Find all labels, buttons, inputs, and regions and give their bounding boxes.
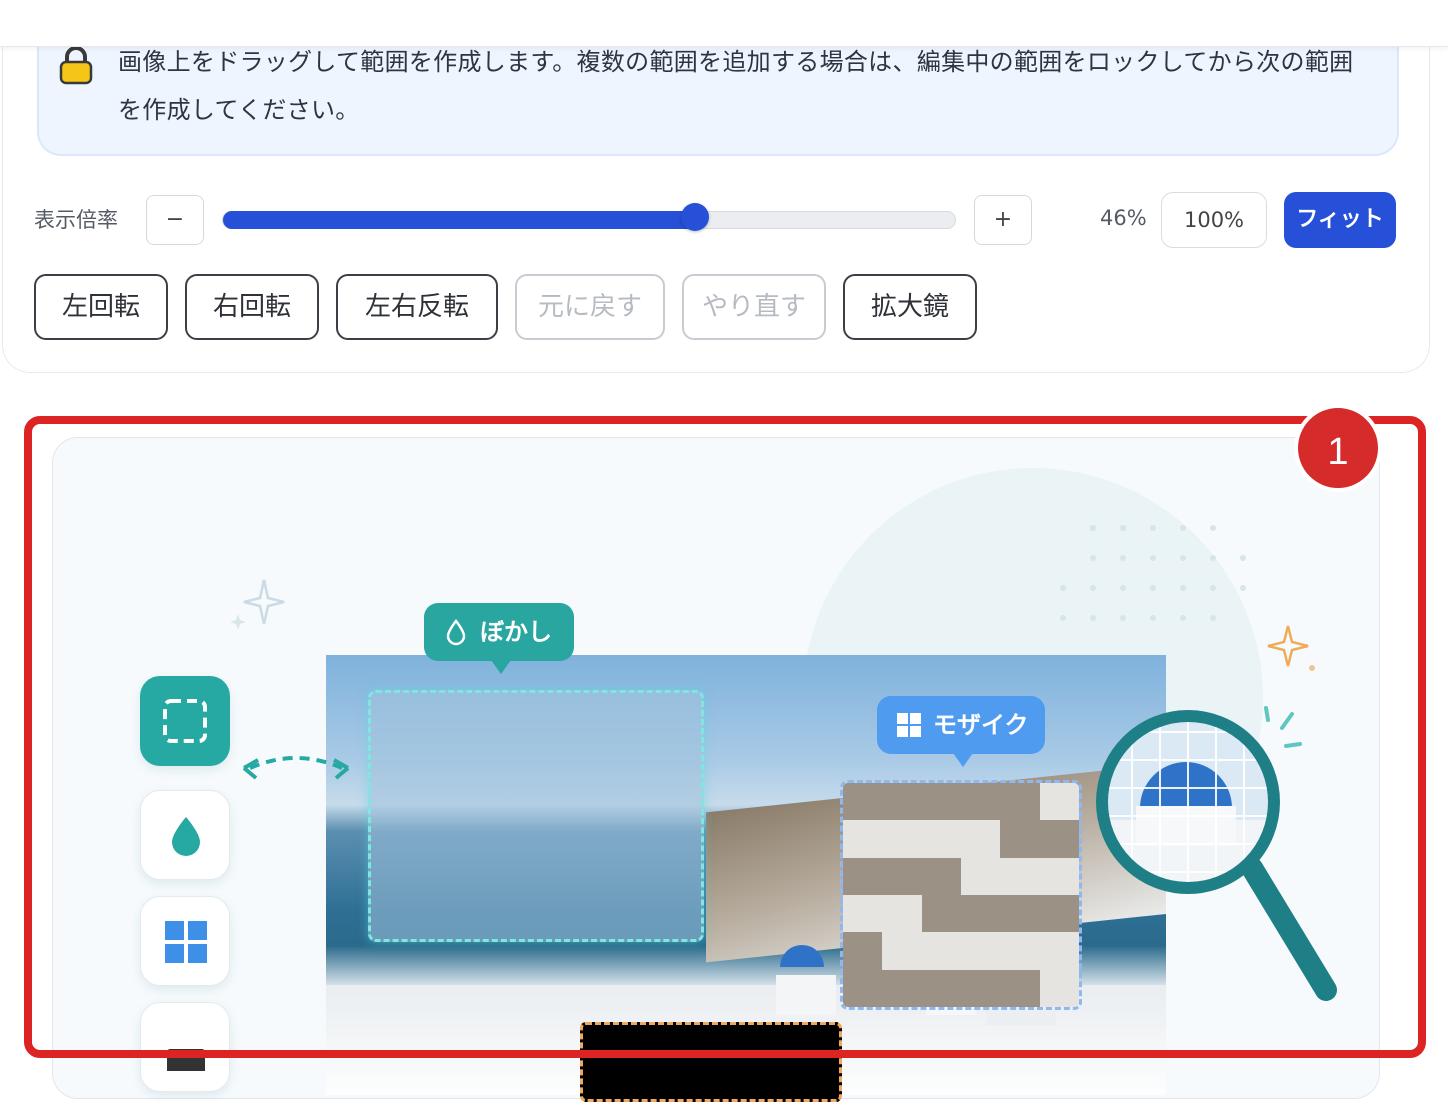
mosaic-tile [882,969,922,1007]
rotate-right-button[interactable]: 右回転 [185,274,319,340]
mosaic-tile [843,894,883,933]
mosaic-tile [960,894,1001,933]
mosaic-tile [1000,783,1040,821]
zoom-fit-button[interactable]: フィット [1284,192,1396,248]
redo-button[interactable]: やり直す [682,274,826,340]
double-arrow-icon [242,756,350,780]
mosaic-region[interactable] [840,780,1082,1010]
photo-dome [780,945,824,967]
zoom-percentage: 46% [1100,206,1147,230]
black-square-icon [167,1049,205,1071]
blackout-region[interactable] [580,1022,842,1102]
mosaic-tile [960,932,1001,970]
mosaic-tile [882,857,922,895]
mosaic-tile [1039,932,1079,970]
mosaic-tile [843,820,883,858]
mosaic-tile [882,783,922,821]
mosaic-tile [1000,820,1040,858]
info-text: 画像上をドラッグして範囲を作成します。複数の範囲を追加する場合は、編集中の範囲を… [118,48,1354,124]
mosaic-tile [921,894,961,933]
mosaic-tile [960,857,1001,895]
mosaic-tile [960,969,1001,1007]
zoom-100-button[interactable]: 100% [1161,192,1267,248]
mosaic-label: モザイク [933,711,1029,739]
mosaic-tile [1000,857,1040,895]
mosaic-tile [1039,857,1079,895]
blur-label-pill: ぼかし [424,603,574,661]
mosaic-tile [1000,969,1040,1007]
mosaic-tile [921,820,961,858]
zoom-slider[interactable] [222,211,956,229]
mosaic-tile [1039,969,1079,1007]
mosaic-tool-button[interactable] [140,896,230,986]
mosaic-label-pill: モザイク [877,696,1045,754]
mosaic-tile [960,820,1001,858]
blur-label: ぼかし [480,618,552,646]
mosaic-grid [843,783,1079,1007]
flip-horizontal-button[interactable]: 左右反転 [336,274,498,340]
sparkle-orange-icon [1267,625,1315,671]
blur-region[interactable] [368,690,704,942]
lock-icon [59,46,93,85]
zoom-in-button[interactable]: + [974,195,1032,245]
blur-tool-button[interactable] [140,790,230,880]
undo-button[interactable]: 元に戻す [515,274,665,340]
mosaic-tile [921,783,961,821]
zoom-slider-fill [223,211,696,229]
selection-tool-button[interactable] [140,676,230,766]
step-badge: 1 [1294,404,1382,492]
mosaic-tile [921,969,961,1007]
blackout-tool-button[interactable] [140,1002,230,1092]
selection-icon [163,699,207,743]
zoom-label: 表示倍率 [34,208,118,232]
mosaic-tile [960,783,1001,821]
mosaic-tile [882,894,922,933]
mosaic-tile [1000,932,1040,970]
mosaic-tile [843,783,883,821]
mosaic-tile [882,932,922,970]
mosaic-tile [1000,894,1040,933]
mosaic-tile [843,932,883,970]
droplet-icon [172,817,200,856]
sparkle-icon [230,579,285,630]
mosaic-tile [843,857,883,895]
grid-icon [165,921,207,963]
mosaic-tile [1039,820,1079,858]
blur-pill-tail [491,660,511,674]
mosaic-tile [1039,894,1079,933]
mosaic-tile [921,932,961,970]
grid-icon [897,713,921,737]
mosaic-tile [882,820,922,858]
magnifier-button[interactable]: 拡大鏡 [843,274,977,340]
mosaic-tile [843,969,883,1007]
top-bar [0,0,1448,47]
rotate-left-button[interactable]: 左回転 [34,274,168,340]
magnifier-icon [1096,706,1337,1001]
mosaic-tile [1039,783,1079,821]
zoom-out-button[interactable]: − [146,195,204,245]
mosaic-tile [921,857,961,895]
mosaic-pill-tail [953,753,973,767]
droplet-icon [446,618,466,646]
zoom-slider-thumb[interactable] [681,203,709,231]
